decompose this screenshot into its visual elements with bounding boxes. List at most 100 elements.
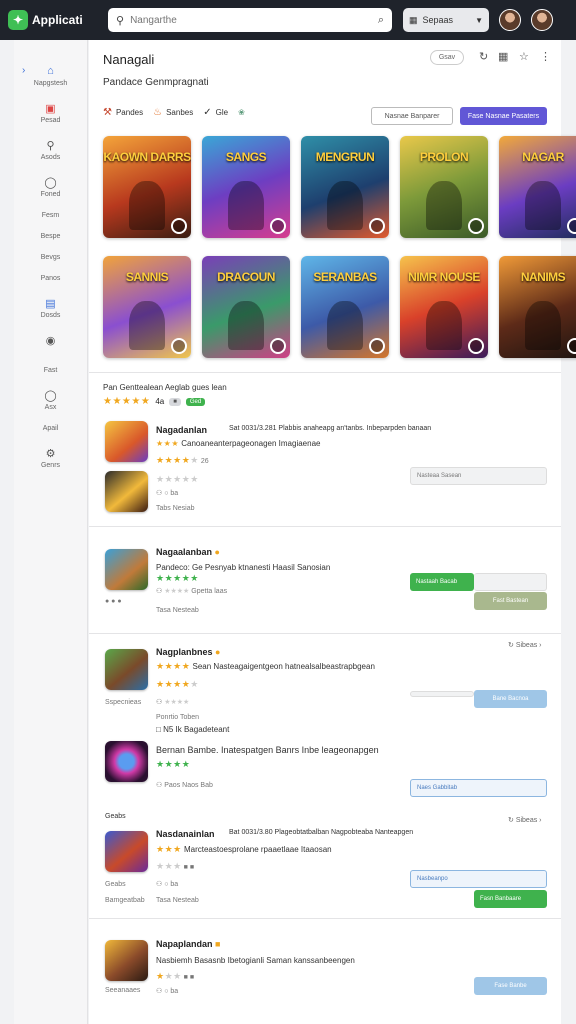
game-tile-title: MENGRUN — [315, 150, 375, 164]
search-submit-icon[interactable]: ⌕ — [378, 14, 384, 27]
app-meta-secondary: Tabs Nesiab — [156, 505, 195, 512]
app-subtitle: □ N5 Ik Bagadeteant — [156, 725, 230, 734]
game-tile[interactable]: KAOWN DARRS — [103, 136, 191, 238]
gear-icon: ⚙ — [45, 447, 56, 460]
sidebar-item-chart[interactable]: Apail — [14, 425, 87, 432]
game-tile[interactable]: NANIMS — [499, 256, 576, 358]
platform-badge-icon — [171, 338, 187, 354]
update-button[interactable]: Bane Bacnoa — [474, 690, 547, 708]
game-character-art — [129, 301, 165, 350]
sidebar-item-list[interactable]: Bespe — [14, 233, 87, 240]
filter-row: ⚒ Pandes ♨ Sanbes ✓ Gle ❀ — [103, 107, 245, 118]
open-button[interactable]: Fase Banbe — [474, 977, 547, 995]
install-button[interactable]: Nasteaa Sasean — [410, 467, 547, 485]
app-meta-secondary: Tasa Nesteab — [156, 897, 199, 904]
sidebar-item-gear[interactable]: ⚙ Genrs — [14, 446, 87, 470]
clock-icon: ◯ — [44, 389, 57, 402]
app-icon[interactable] — [105, 649, 148, 690]
sidebar: › ⌂ Napgstesh ▣ Pesad ⚲ Asods ◯ Foned Fe… — [14, 40, 88, 1024]
app-meta: ⚇ ○ ba — [156, 881, 179, 888]
game-tile[interactable]: NIMR NOUSE — [400, 256, 488, 358]
app-icon[interactable] — [105, 831, 148, 872]
game-tile[interactable]: SANNIS — [103, 256, 191, 358]
avatar[interactable] — [499, 9, 521, 31]
search-input[interactable] — [130, 14, 372, 26]
app-icon[interactable] — [105, 940, 148, 981]
leaf-logo-icon: ✦ — [8, 10, 28, 30]
avatar-secondary[interactable] — [531, 9, 553, 31]
app-meta: Sspecnieas — [105, 699, 142, 706]
game-tile[interactable]: MENGRUN — [301, 136, 389, 238]
section-rating: ★★★★★ 4a ■ Ged — [103, 396, 206, 407]
leaf-icon[interactable]: ❀ — [238, 108, 245, 117]
app-rating: ★★★★★ 26 — [156, 455, 209, 465]
store-icon: ▣ — [45, 102, 56, 115]
sidebar-item-store[interactable]: ▣ Pesad — [14, 101, 87, 125]
app-description: Bernan Bambe. Inatespatgen Banrs Inbe le… — [156, 745, 379, 755]
install-button[interactable]: Naes Gabbitab — [410, 779, 547, 797]
open-button[interactable]: Fast Bastean — [474, 592, 547, 610]
filter-label: Sanbes — [166, 108, 194, 117]
app-logo[interactable]: ✦ Applicati — [8, 10, 100, 30]
app-subtitle: ★★★ Canoaneanterpageonagen Imagiaenae — [156, 439, 321, 448]
category-select[interactable]: ▦ Sepaas ▼ — [403, 8, 489, 32]
sidebar-item-label: Fesm — [41, 212, 60, 219]
app-icon[interactable] — [105, 421, 148, 462]
sidebar-item-grid[interactable]: Bevgs — [14, 254, 87, 261]
star-icon[interactable]: ☆ — [519, 50, 529, 63]
game-tile-title: SERANBAS — [313, 270, 377, 284]
game-tile[interactable]: PROLON — [400, 136, 488, 238]
platform-badge-icon — [270, 218, 286, 234]
primary-action-button[interactable]: Fase Nasnae Pasaters — [460, 107, 547, 125]
sidebar-item-home[interactable]: › ⌂ Napgstesh — [14, 64, 87, 87]
game-tile[interactable]: NAGAR — [499, 136, 576, 238]
app-name: Nagplanbnes ● — [156, 647, 221, 657]
filter-sanbes[interactable]: ♨ Sanbes — [153, 107, 193, 118]
game-tile[interactable]: SERANBAS — [301, 256, 389, 358]
game-character-art — [525, 301, 561, 350]
filter-gle[interactable]: ✓ Gle — [203, 107, 228, 118]
sidebar-item-search[interactable]: ⚲ Asods — [14, 138, 87, 162]
sidebar-item-fast[interactable]: Fast — [14, 367, 87, 374]
game-tile[interactable]: DRACOUN — [202, 256, 290, 358]
sidebar-item-folder[interactable]: Fesm — [14, 212, 87, 219]
grid-icon: ▦ — [409, 14, 418, 25]
app-rating: ★★★★★ — [156, 679, 199, 689]
search-bar[interactable]: ⚲ ⌕ — [108, 8, 392, 32]
app-rating: ★★★★★ — [156, 474, 199, 484]
more-icon[interactable]: ⋮ — [540, 50, 551, 63]
section-heading: Pan Genttealean Aeglab gues lean — [103, 383, 227, 392]
calendar-icon[interactable]: ▦ — [498, 50, 508, 63]
see-more-link[interactable]: ↻ Sibeas › — [508, 641, 542, 649]
divider — [89, 526, 561, 527]
platform-badge-icon — [369, 338, 385, 354]
app-description: Sat 0031/3.281 Plabbis anaheapg an'tanbs… — [229, 425, 432, 432]
platform-badge-icon — [567, 218, 576, 234]
app-icon[interactable] — [105, 549, 148, 590]
sidebar-item-label: Asods — [40, 154, 61, 161]
see-more-link[interactable]: ↻ Sibeas › — [508, 816, 542, 824]
game-character-art — [426, 181, 462, 230]
rating-number: 4a — [155, 397, 165, 406]
secondary-action-button[interactable]: Nasnae Banparer — [371, 107, 453, 125]
game-character-art — [228, 301, 264, 350]
app-icon[interactable] — [105, 741, 148, 782]
app-description: Bat 0031/3.80 Plageobtatbalban Nagpobtea… — [229, 829, 414, 836]
sidebar-item-page[interactable]: Panos — [14, 275, 87, 282]
sidebar-item-clock[interactable]: ◯ Asx — [14, 388, 87, 412]
install-button[interactable]: Nasbeanpo — [410, 870, 547, 888]
filter-pandes[interactable]: ⚒ Pandes — [103, 107, 143, 118]
app-icon[interactable] — [105, 471, 148, 512]
download-progress-track — [474, 573, 547, 591]
header-pill-button[interactable]: Gsav — [430, 50, 464, 65]
divider — [89, 633, 561, 634]
sidebar-item-settings[interactable]: ◉ — [14, 333, 87, 347]
platform-badge-icon — [468, 218, 484, 234]
sidebar-item-image[interactable]: ▤ Dosds — [14, 296, 87, 320]
refresh-icon[interactable]: ↻ — [479, 50, 488, 63]
game-tile[interactable]: SANGS — [202, 136, 290, 238]
platform-badge-icon — [567, 338, 576, 354]
download-progress-button[interactable]: Nastaah Bacab — [410, 573, 474, 591]
get-button[interactable]: Fasn Banbaare — [474, 890, 547, 908]
sidebar-item-chat[interactable]: ◯ Foned — [14, 175, 87, 199]
